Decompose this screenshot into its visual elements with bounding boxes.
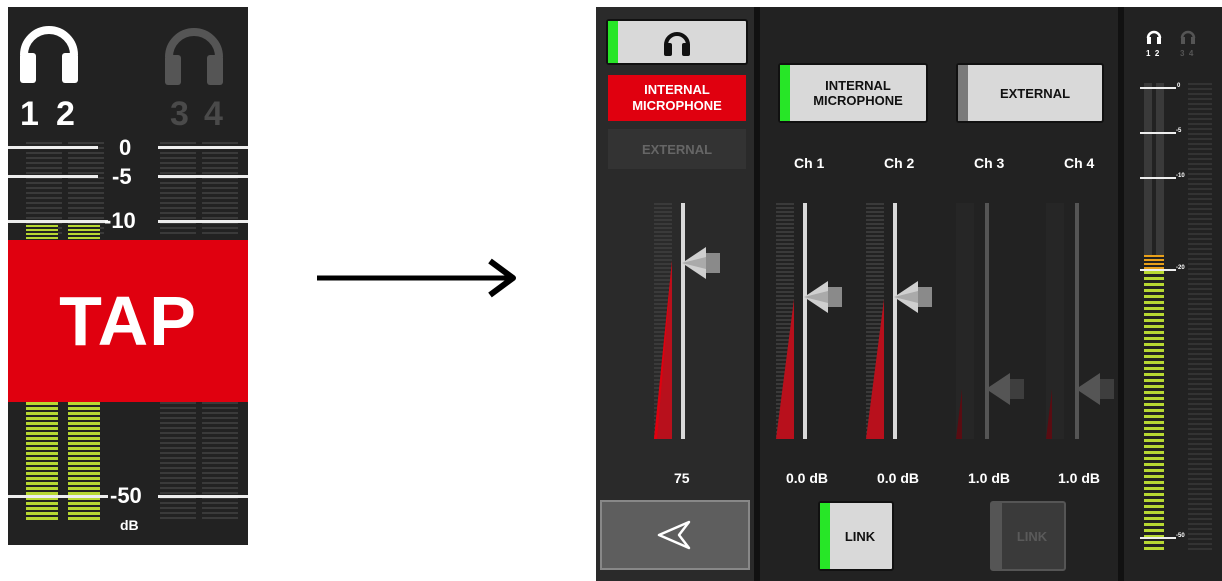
channel-value-4: 1.0 dB <box>1058 470 1101 486</box>
output-scale-label-20: -20 <box>1176 265 1185 271</box>
link-label-2: LINK <box>1016 528 1048 544</box>
output-scale-line-10 <box>1140 177 1176 179</box>
output-scale-line-0 <box>1140 87 1176 89</box>
link-indicator-2 <box>992 503 1002 569</box>
channel-2-meter-level <box>866 299 884 439</box>
output-meter-bars-inactive <box>1188 83 1212 551</box>
scale-label-0: 0 <box>119 135 132 160</box>
scale-line-0-right <box>158 146 248 149</box>
scale-label-5: -5 <box>112 164 132 189</box>
headphone-number-1: 1 <box>20 95 39 133</box>
tap-button[interactable]: TAP <box>8 240 248 402</box>
channel-label-4: Ch 4 <box>1064 155 1095 171</box>
left-meter-level <box>654 261 672 439</box>
unit-label: dB <box>120 517 139 533</box>
external-label: EXTERNAL <box>999 85 1071 101</box>
scale-line-5 <box>8 175 98 178</box>
internal-microphone-button[interactable]: INTERNAL MICROPHONE <box>778 63 928 123</box>
meter-level-1-top <box>26 225 58 239</box>
headphones-inactive-icon <box>165 28 223 85</box>
channel-value-1: 0.0 dB <box>786 470 829 486</box>
headphone-number-3: 3 <box>170 95 189 133</box>
headphone-small-numbers-inactive: 3 4 <box>1180 49 1194 58</box>
output-meter-bars-dim <box>1144 83 1164 258</box>
link-label-1: LINK <box>844 528 876 544</box>
scale-label-50: -50 <box>110 483 142 508</box>
external-button[interactable]: EXTERNAL <box>956 63 1104 123</box>
output-scale-line-5 <box>1140 132 1176 134</box>
channel-label-2: Ch 2 <box>884 155 915 171</box>
channel-2-fader-handle[interactable] <box>892 279 936 315</box>
output-scale-label-50: -50 <box>1176 533 1185 539</box>
channel-1-meter-level <box>776 299 794 439</box>
channel-1-fader-track <box>803 203 807 439</box>
channel-value-2: 0.0 dB <box>877 470 920 486</box>
output-scale-label-5: -5 <box>1176 128 1182 134</box>
scale-label-10: -10 <box>104 208 136 233</box>
channel-3-meter-level <box>956 389 962 439</box>
left-fader-handle[interactable] <box>680 245 724 281</box>
divider-left <box>754 7 760 581</box>
headphone-toggle-button[interactable] <box>606 19 748 65</box>
arrow-icon <box>317 258 516 298</box>
external-indicator <box>958 65 968 121</box>
headphone-number-4: 4 <box>204 95 223 133</box>
meter-level-2-bottom <box>68 402 100 520</box>
channel-label-3: Ch 3 <box>974 155 1005 171</box>
channel-value-3: 1.0 dB <box>968 470 1011 486</box>
output-meter: 1 2 3 4 0 -5 -10 -20 -50 <box>1124 7 1222 581</box>
internal-microphone-label: INTERNAL MICROPHONE <box>813 78 903 108</box>
output-scale-label-10: -10 <box>1176 173 1185 179</box>
left-fader-track <box>681 203 685 439</box>
output-meter-bars-green <box>1144 271 1164 551</box>
channel-4-meter-level <box>1046 389 1052 439</box>
channel-label-1: Ch 1 <box>794 155 825 171</box>
headphone-small-numbers-active: 1 2 <box>1146 49 1160 58</box>
headphones-active-icon <box>20 26 78 83</box>
mixer-panel: INTERNAL MICROPHONE EXTERNAL 75 INTERNAL… <box>596 7 1222 581</box>
output-scale-line-20 <box>1140 269 1176 271</box>
tap-label: TAP <box>59 282 197 360</box>
meter-level-2-top <box>68 225 100 239</box>
headphone-number-2: 2 <box>56 95 75 133</box>
link-button-2[interactable]: LINK <box>990 501 1066 571</box>
headphone-toggle-indicator <box>608 21 618 63</box>
link-button-1[interactable]: LINK <box>818 501 894 571</box>
back-button[interactable] <box>600 500 750 570</box>
internal-microphone-indicator <box>780 65 790 121</box>
link-indicator-1 <box>820 503 830 569</box>
output-scale-label-0: 0 <box>1177 83 1181 89</box>
internal-microphone-toggle[interactable]: INTERNAL MICROPHONE <box>608 75 746 121</box>
tap-panel: 1 2 3 4 0 -5 -10 TAP -50 dB <box>8 7 248 545</box>
scale-line-0 <box>8 146 98 149</box>
headphones-icon <box>664 32 690 56</box>
left-column: INTERNAL MICROPHONE EXTERNAL 75 <box>596 7 754 581</box>
external-toggle[interactable]: EXTERNAL <box>608 129 746 169</box>
headphones-inactive-small-icon <box>1180 30 1196 44</box>
scale-line-10-right <box>158 220 248 223</box>
channel-2-fader-track <box>893 203 897 439</box>
meter-level-1-bottom <box>26 402 58 520</box>
scale-line-10 <box>8 220 108 223</box>
scale-line-5-right <box>158 175 248 178</box>
headphones-active-small-icon <box>1146 30 1162 44</box>
output-scale-line-50 <box>1140 537 1176 539</box>
meter-column-4-lower <box>202 402 238 520</box>
scale-line-50-right <box>158 495 248 498</box>
scale-line-50 <box>8 495 108 498</box>
meter-column-3-lower <box>160 402 196 520</box>
channel-3-fader-handle[interactable] <box>984 371 1028 407</box>
back-arrow-icon <box>657 520 691 550</box>
left-value-label: 75 <box>674 470 690 486</box>
channel-4-fader-handle[interactable] <box>1074 371 1118 407</box>
channel-1-fader-handle[interactable] <box>802 279 846 315</box>
